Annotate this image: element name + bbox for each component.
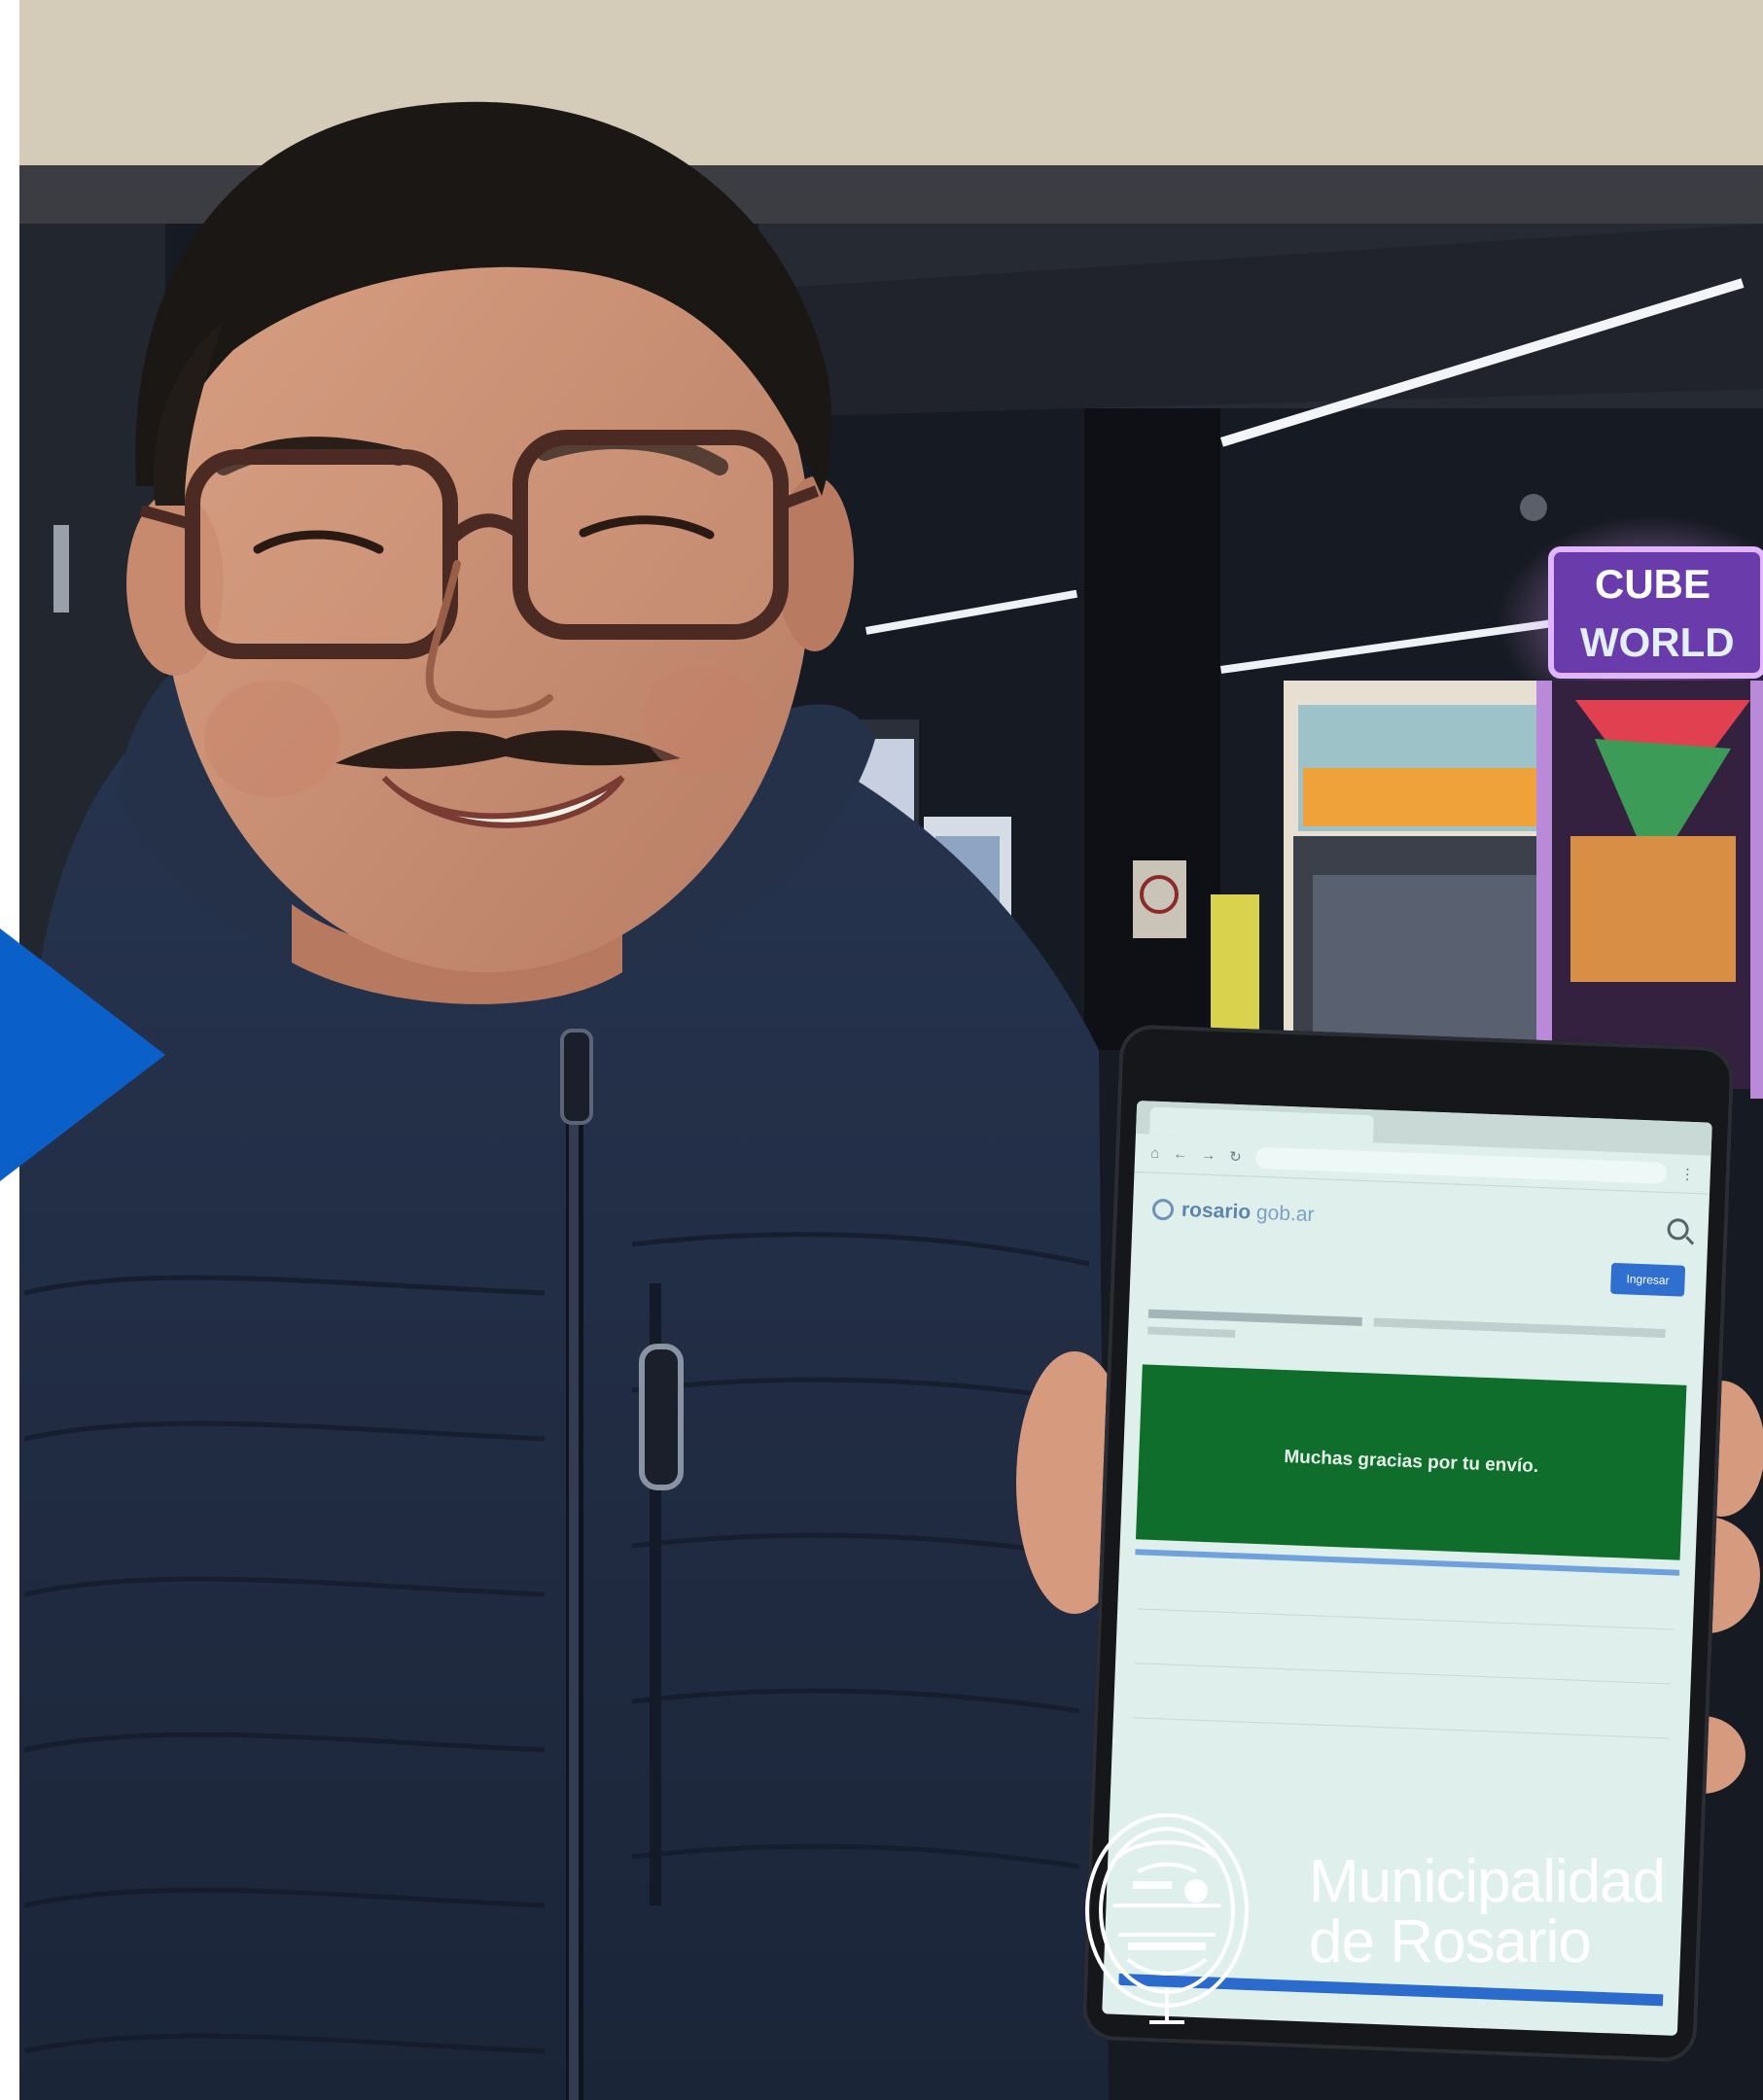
login-button: Ingresar bbox=[1609, 1262, 1686, 1297]
success-banner: Muchas gracias por tu envío. bbox=[1135, 1364, 1687, 1560]
site-name-suffix: gob.ar bbox=[1255, 1201, 1315, 1227]
photo-scene: CUBE WORLD ⌂ ← → ↻ ⋮ rosario gob.ar Ingr… bbox=[0, 0, 1763, 2100]
forward-arrow-icon: → bbox=[1200, 1146, 1216, 1165]
play-arrow-icon bbox=[0, 928, 165, 1181]
site-logo: rosario gob.ar bbox=[1151, 1198, 1315, 1227]
home-icon: ⌂ bbox=[1149, 1144, 1160, 1162]
reload-icon: ↻ bbox=[1228, 1148, 1243, 1166]
back-arrow-icon: ← bbox=[1172, 1145, 1188, 1163]
municipality-line-1: Municipalidad bbox=[1309, 1848, 1666, 1915]
breadcrumb-blurred-text bbox=[1147, 1309, 1666, 1339]
form-field-row bbox=[1132, 1689, 1671, 1739]
svg-text:WORLD: WORLD bbox=[1580, 619, 1735, 665]
form-field-row bbox=[1135, 1634, 1673, 1685]
form-field-row bbox=[1137, 1580, 1675, 1630]
site-name: rosario bbox=[1181, 1198, 1252, 1224]
municipality-name: Municipalidad de Rosario bbox=[1309, 1848, 1666, 1976]
url-field bbox=[1254, 1146, 1668, 1184]
search-icon bbox=[1667, 1218, 1690, 1241]
arcade-sign-text: CUBE bbox=[1595, 561, 1710, 607]
municipality-line-2: de Rosario bbox=[1309, 1908, 1592, 1976]
success-message: Muchas gracias por tu envío. bbox=[1283, 1447, 1539, 1478]
site-logo-icon bbox=[1151, 1198, 1175, 1221]
menu-dots-icon: ⋮ bbox=[1679, 1165, 1696, 1183]
